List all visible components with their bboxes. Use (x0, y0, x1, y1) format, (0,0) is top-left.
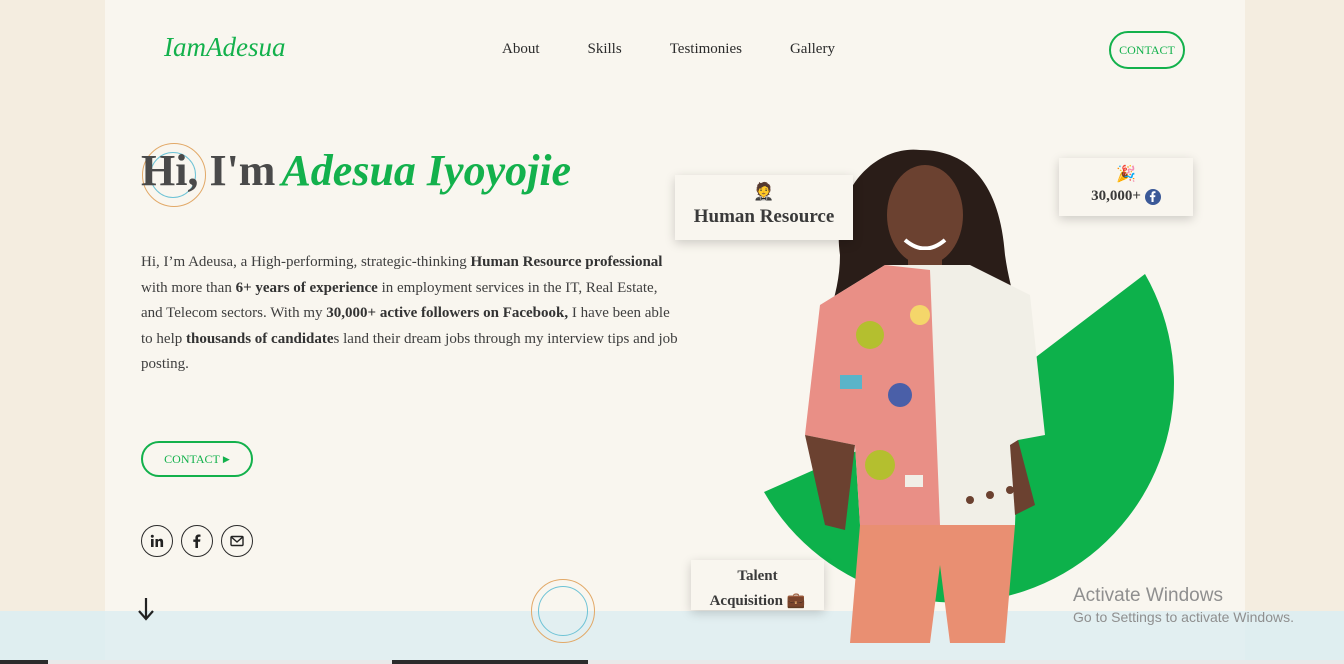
card-hr-label: Human Resource (693, 206, 835, 227)
card-talent-line2: Acquisition (709, 593, 783, 609)
nav-gallery[interactable]: Gallery (790, 41, 835, 58)
watermark-subtitle: Go to Settings to activate Windows. (1073, 609, 1294, 625)
card-human-resource: 🤵 Human Resource (675, 175, 853, 240)
decorative-ring-inner (538, 586, 588, 636)
followers-count: 30,000+ (1091, 188, 1141, 204)
hero-greeting: Hi, I'm (141, 146, 276, 195)
bio-highlight: 6+ years of experience (235, 279, 378, 296)
bio-highlight: 30,000+ active followers on Facebook, (326, 305, 569, 321)
person-suit-icon: 🤵 (753, 182, 775, 201)
bio-text: Hi, I’m Adeusa, a High-performing, strat… (141, 254, 471, 270)
main-nav: About Skills Testimonies Gallery (502, 41, 835, 58)
bio-text: with more than (141, 279, 236, 296)
card-followers: 🎉 30,000+ (1059, 158, 1193, 216)
site-logo[interactable]: IamAdesua (164, 32, 285, 63)
facebook-icon (193, 534, 201, 548)
bio-highlight: Human Resource professional (470, 254, 663, 270)
facebook-link[interactable] (181, 525, 213, 557)
facebook-icon (1144, 188, 1161, 205)
linkedin-icon (150, 534, 164, 547)
scroll-down-arrow-icon[interactable] (136, 596, 156, 622)
bio-highlight: thousands of candidate (186, 330, 334, 347)
watermark-title: Activate Windows (1073, 585, 1223, 606)
caret-right-icon: ▶ (222, 453, 230, 464)
nav-about[interactable]: About (502, 41, 540, 58)
contact-label: CONTACT (164, 451, 220, 466)
linkedin-link[interactable] (141, 525, 173, 557)
social-links (141, 525, 261, 557)
hero-contact-button[interactable]: CONTACT ▶ (141, 441, 253, 477)
mail-icon (230, 535, 244, 547)
card-talent-line1: Talent (737, 568, 778, 584)
hero-title: Hi, I'm Adesua Iyoyojie (141, 145, 571, 196)
activate-windows-watermark: Activate Windows Go to Settings to activ… (1073, 585, 1294, 625)
scroll-progress (0, 660, 1344, 664)
briefcase-icon: 💼 (786, 593, 806, 609)
header-contact-button[interactable]: CONTACT (1109, 31, 1185, 69)
hero-name: Adesua Iyoyojie (281, 146, 572, 195)
nav-skills[interactable]: Skills (588, 41, 622, 58)
mail-link[interactable] (221, 525, 253, 557)
hero-bio: Hi, I’m Adeusa, a High-performing, strat… (141, 250, 681, 378)
party-popper-icon: 🎉 (1116, 166, 1136, 183)
nav-testimonies[interactable]: Testimonies (670, 41, 742, 58)
card-talent-acquisition: Talent Acquisition 💼 (691, 560, 824, 610)
